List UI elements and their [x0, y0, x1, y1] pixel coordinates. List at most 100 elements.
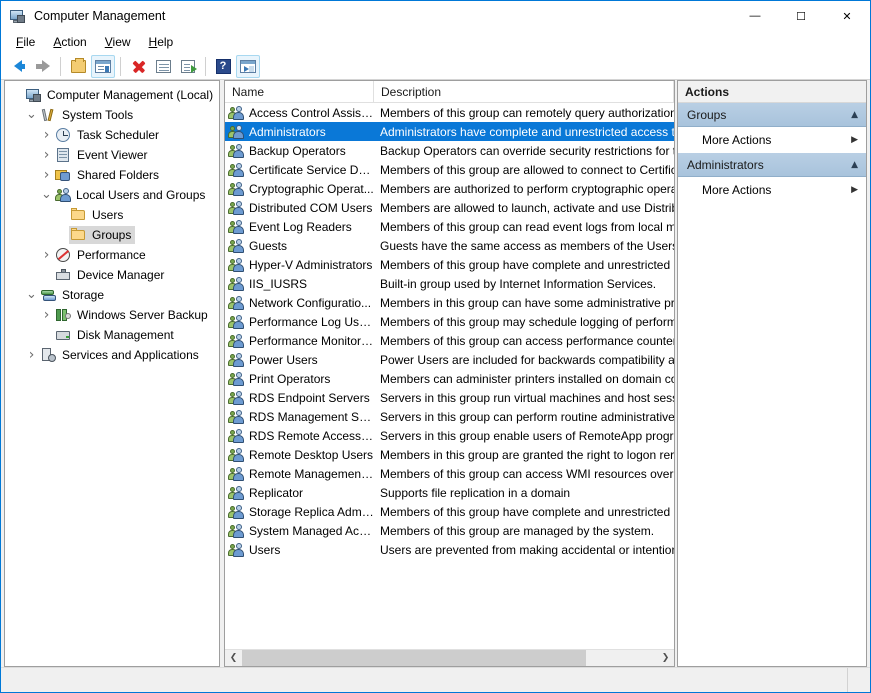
tree-item-content: Services and Applications	[39, 346, 203, 364]
table-row[interactable]: AdministratorsAdministrators have comple…	[225, 122, 674, 141]
tree-item-users[interactable]: Users	[5, 205, 219, 225]
actions-item-label: More Actions	[702, 183, 771, 197]
up-folder-icon[interactable]	[66, 55, 90, 78]
table-row[interactable]: ReplicatorSupports file replication in a…	[225, 483, 674, 502]
table-row[interactable]: Cryptographic Operat...Members are autho…	[225, 179, 674, 198]
chevron-right-icon[interactable]: ›	[39, 165, 54, 185]
group-name-cell: Guests	[225, 238, 374, 254]
chevron-down-icon[interactable]: ⌄	[24, 285, 39, 305]
table-row[interactable]: Performance Log UsersMembers of this gro…	[225, 312, 674, 331]
back-icon[interactable]	[6, 55, 30, 78]
group-icon	[228, 428, 245, 444]
scroll-left-button[interactable]: ❮	[225, 650, 242, 666]
table-row[interactable]: Backup OperatorsBackup Operators can ove…	[225, 141, 674, 160]
group-description-cell: Members of this group can remotely query…	[374, 106, 674, 120]
scroll-thumb[interactable]	[242, 650, 586, 666]
actions-group-header-groups[interactable]: Groups▲	[678, 103, 866, 127]
properties-icon[interactable]	[151, 55, 175, 78]
column-header-description[interactable]: Description	[374, 81, 674, 102]
tree-item-performance[interactable]: ›Performance	[5, 245, 219, 265]
table-row[interactable]: Remote Management...Members of this grou…	[225, 464, 674, 483]
table-row[interactable]: UsersUsers are prevented from making acc…	[225, 540, 674, 559]
table-row[interactable]: Event Log ReadersMembers of this group c…	[225, 217, 674, 236]
table-row[interactable]: Power UsersPower Users are included for …	[225, 350, 674, 369]
table-row[interactable]: Certificate Service DC...Members of this…	[225, 160, 674, 179]
table-row[interactable]: Performance Monitor ...Members of this g…	[225, 331, 674, 350]
chevron-right-icon[interactable]: ›	[39, 305, 54, 325]
table-row[interactable]: Access Control Assist...Members of this …	[225, 103, 674, 122]
chevron-up-icon[interactable]: ▲	[851, 160, 858, 170]
tree-item-services-and-applications[interactable]: ›Services and Applications	[5, 345, 219, 365]
help-icon[interactable]: ?	[211, 55, 235, 78]
group-name-cell: RDS Endpoint Servers	[225, 390, 374, 406]
actions-item-more-actions[interactable]: More Actions▶	[678, 177, 866, 203]
forward-icon[interactable]	[31, 55, 55, 78]
menu-help[interactable]: Help	[140, 33, 183, 51]
table-row[interactable]: Remote Desktop UsersMembers in this grou…	[225, 445, 674, 464]
groups-list[interactable]: Access Control Assist...Members of this …	[225, 103, 674, 649]
tree-item-content: Performance	[54, 246, 150, 264]
maximize-button[interactable]: ☐	[778, 1, 824, 31]
group-name-label: Guests	[249, 239, 287, 253]
table-row[interactable]: RDS Management Ser...Servers in this gro…	[225, 407, 674, 426]
show-console-tree-icon[interactable]	[91, 55, 115, 78]
tree-item-local-users-and-groups[interactable]: ⌄Local Users and Groups	[5, 185, 219, 205]
export-list-icon[interactable]	[176, 55, 200, 78]
menu-action-rest: ction	[61, 35, 86, 49]
group-name-cell: IIS_IUSRS	[225, 276, 374, 292]
menu-action[interactable]: Action	[44, 33, 95, 51]
chevron-up-icon[interactable]: ▲	[851, 110, 858, 120]
tree-item-device-manager[interactable]: Device Manager	[5, 265, 219, 285]
console-tree[interactable]: Computer Management (Local)⌄System Tools…	[5, 81, 219, 666]
table-row[interactable]: Hyper-V AdministratorsMembers of this gr…	[225, 255, 674, 274]
resize-grip[interactable]	[848, 668, 870, 692]
scroll-track[interactable]	[242, 650, 657, 666]
tree-item-windows-server-backup[interactable]: ›Windows Server Backup	[5, 305, 219, 325]
group-name-label: Replicator	[249, 486, 303, 500]
horizontal-scrollbar[interactable]: ❮ ❯	[225, 649, 674, 666]
menu-view[interactable]: View	[96, 33, 140, 51]
chevron-down-icon[interactable]: ⌄	[39, 185, 54, 205]
table-row[interactable]: System Managed Acc...Members of this gro…	[225, 521, 674, 540]
delete-icon[interactable]	[126, 55, 150, 78]
table-row[interactable]: GuestsGuests have the same access as mem…	[225, 236, 674, 255]
menu-bar: File Action View Help	[1, 31, 870, 53]
chevron-right-icon[interactable]: ›	[39, 125, 54, 145]
minimize-button[interactable]: —	[732, 1, 778, 31]
group-name-cell: System Managed Acc...	[225, 523, 374, 539]
show-action-pane-icon[interactable]	[236, 55, 260, 78]
tree-item-system-tools[interactable]: ⌄System Tools	[5, 105, 219, 125]
chevron-down-icon[interactable]: ⌄	[24, 105, 39, 125]
tree-item-shared-folders[interactable]: ›Shared Folders	[5, 165, 219, 185]
table-row[interactable]: IIS_IUSRSBuilt-in group used by Internet…	[225, 274, 674, 293]
table-row[interactable]: Storage Replica Admi...Members of this g…	[225, 502, 674, 521]
actions-group-header-administrators[interactable]: Administrators▲	[678, 153, 866, 177]
group-name-cell: Backup Operators	[225, 143, 374, 159]
group-icon	[228, 276, 245, 292]
chevron-right-icon[interactable]: ›	[24, 345, 39, 365]
table-row[interactable]: Network Configuratio...Members in this g…	[225, 293, 674, 312]
group-icon	[228, 352, 245, 368]
group-name-cell: RDS Management Ser...	[225, 409, 374, 425]
table-row[interactable]: RDS Remote Access S...Servers in this gr…	[225, 426, 674, 445]
chevron-right-icon[interactable]: ›	[39, 245, 54, 265]
table-row[interactable]: RDS Endpoint ServersServers in this grou…	[225, 388, 674, 407]
table-row[interactable]: Print OperatorsMembers can administer pr…	[225, 369, 674, 388]
actions-item-more-actions[interactable]: More Actions▶	[678, 127, 866, 153]
chevron-right-icon[interactable]: ›	[39, 145, 54, 165]
tree-item-storage[interactable]: ⌄Storage	[5, 285, 219, 305]
tree-item-task-scheduler[interactable]: ›Task Scheduler	[5, 125, 219, 145]
menu-file[interactable]: File	[7, 33, 44, 51]
tree-item-disk-management[interactable]: Disk Management	[5, 325, 219, 345]
windows-server-backup-icon	[55, 307, 72, 323]
scroll-right-button[interactable]: ❯	[657, 650, 674, 666]
close-button[interactable]: ✕	[824, 1, 870, 31]
table-row[interactable]: Distributed COM UsersMembers are allowed…	[225, 198, 674, 217]
actions-list[interactable]: Groups▲More Actions▶Administrators▲More …	[678, 103, 866, 666]
group-name-label: Hyper-V Administrators	[249, 258, 372, 272]
group-name-label: Administrators	[249, 125, 326, 139]
column-header-name[interactable]: Name	[225, 81, 374, 102]
tree-item-event-viewer[interactable]: ›Event Viewer	[5, 145, 219, 165]
tree-item-groups[interactable]: Groups	[5, 225, 219, 245]
tree-item-computer-management-local[interactable]: Computer Management (Local)	[5, 85, 219, 105]
